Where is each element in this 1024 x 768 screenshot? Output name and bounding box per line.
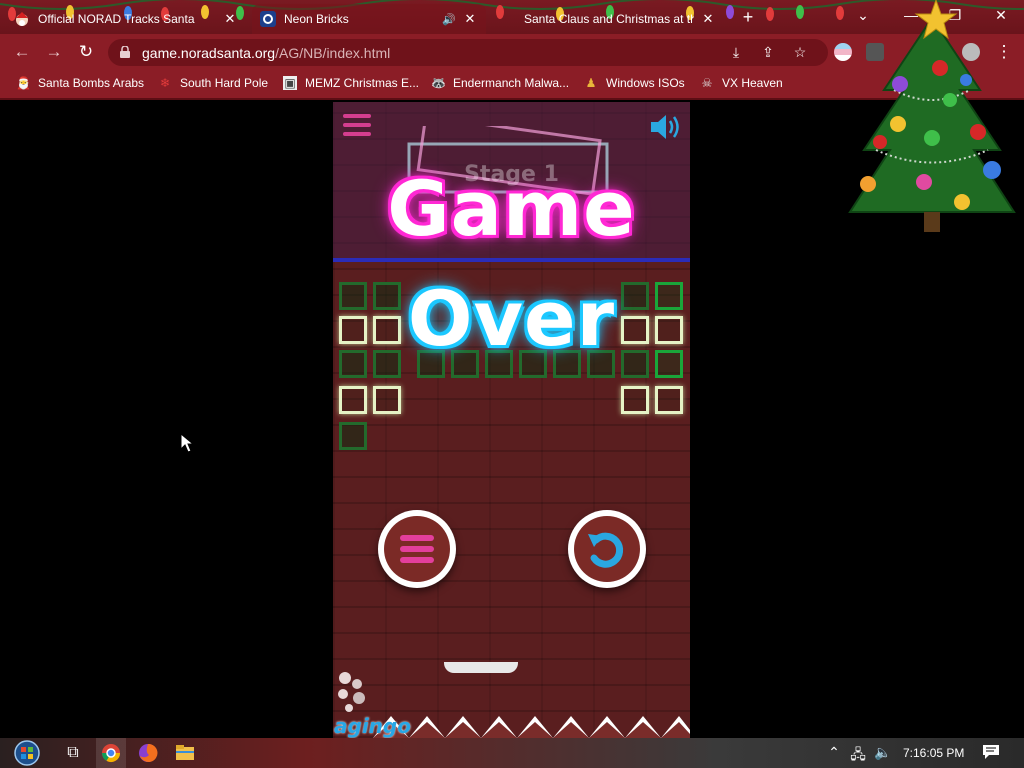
bookmark-label: Windows ISOs [606,76,685,90]
firefox-icon[interactable] [137,742,159,764]
bookmark-label: Santa Bombs Arabs [38,76,145,90]
network-icon[interactable]: 🖧 [850,744,866,768]
share-icon[interactable]: ⇪ [758,42,778,62]
url-host: game.noradsanta.org [142,45,276,61]
tab-title: Official NORAD Tracks Santa [38,12,195,26]
tab-audio-icon[interactable]: 🔊 [442,13,456,26]
taskbar: ⧉ ⌃ 🖧 🔈 7:16:05 PM [0,738,1024,768]
vx-icon: ☠ [701,76,713,90]
restart-icon [588,532,624,568]
bookmark-label: MEMZ Christmas E... [305,76,420,90]
star-icon[interactable]: ☆ [790,42,810,62]
close-tab-icon[interactable]: ✕ [700,11,716,27]
speaker-icon[interactable] [649,112,683,142]
screen: Official NORAD Tracks Santa ✕ Neon Brick… [0,0,1024,768]
restart-button-face [574,516,640,582]
bookmark-endermanch-malware[interactable]: 🦝 Endermanch Malwa... [431,76,569,90]
file-explorer-icon[interactable] [174,742,196,764]
close-tab-icon[interactable]: ✕ [462,11,478,27]
christmas-tree-decoration [848,0,1016,232]
tab-neon-bricks[interactable]: Neon Bricks 🔊 ✕ [252,4,486,34]
back-icon[interactable]: ← [12,42,32,62]
download-icon[interactable]: ⤓ [726,42,746,62]
paddle[interactable] [444,662,518,673]
task-view-icon[interactable]: ⧉ [62,742,84,764]
system-clock[interactable]: 7:16:05 PM [903,746,964,760]
bookmark-windows-isos[interactable]: ♟ Windows ISOs [584,76,685,90]
restart-button[interactable] [568,510,646,588]
chrome-taskbar-button[interactable] [96,738,126,768]
start-orb-icon[interactable] [10,740,44,766]
address-bar[interactable]: game.noradsanta.org/AG/NB/index.html ⤓ ⇪… [108,39,828,66]
close-tab-icon[interactable]: ✕ [222,11,238,27]
figure-icon: ♟ [585,76,597,90]
menu-button[interactable] [378,510,456,588]
game-over-title-line1: Game [387,164,636,253]
agingo-logo[interactable]: agingo [334,714,411,738]
tab-santa-claus-christmas[interactable]: Santa Claus and Christmas at the ✕ [492,4,724,34]
new-tab-button[interactable]: + [738,6,758,28]
bookmark-south-hard-pole[interactable]: ❄ South Hard Pole [158,76,268,90]
brick [339,422,367,450]
lock-icon[interactable] [120,46,130,58]
bookmark-memz-christmas[interactable]: ▣ MEMZ Christmas E... [283,76,419,90]
show-hidden-icons-chevron[interactable]: ⌃ [826,744,842,761]
raccoon-icon: 🦝 [431,76,446,90]
menu-button-face [384,516,450,582]
game-over-title-line2: Over [407,274,616,363]
brick [655,386,683,414]
tab-norad-tracks-santa[interactable]: Official NORAD Tracks Santa ✕ [6,4,246,34]
bookmark-label: South Hard Pole [180,76,269,90]
game-menu-icon[interactable] [343,114,371,140]
bookmark-label: Endermanch Malwa... [453,76,570,90]
url-text[interactable]: game.noradsanta.org/AG/NB/index.html [142,45,390,61]
brick [621,386,649,414]
action-center-icon[interactable] [982,744,1000,760]
chrome-icon [102,744,120,763]
game-canvas[interactable]: Stage 1 Game Over agingo [333,102,690,738]
reload-icon[interactable]: ↻ [76,42,96,62]
hamburger-icon [400,535,434,568]
brick [373,386,401,414]
santa-favicon [16,12,28,26]
snowflake-icon: ❄ [159,76,171,90]
norad-favicon [260,11,276,27]
forward-icon[interactable]: → [44,42,64,62]
image-icon: ▣ [283,76,297,90]
tab-title: Neon Bricks [284,12,349,26]
volume-icon[interactable]: 🔈 [874,744,891,761]
bookmark-santa-bombs-arabs[interactable]: 🎅 Santa Bombs Arabs [16,76,144,90]
santa-favicon [500,11,516,27]
url-path: /AG/NB/index.html [275,45,391,61]
mouse-cursor [180,433,194,453]
tab-title: Santa Claus and Christmas at the [524,12,694,26]
bookmark-label: VX Heaven [722,76,783,90]
brick [339,386,367,414]
santa-icon: 🎅 [16,76,31,90]
bookmark-vx-heaven[interactable]: ☠ VX Heaven [700,76,783,90]
